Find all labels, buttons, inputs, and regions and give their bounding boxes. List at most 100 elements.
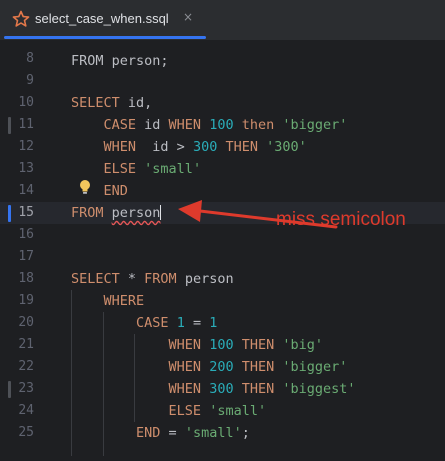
code-token: then [241,117,275,133]
star-file-icon [12,10,30,28]
code-token: 100 [209,337,234,353]
code-token: id, [119,95,153,111]
code-token: END [136,425,161,441]
code-token: 'small' [144,161,202,177]
line-number: 9 [26,73,34,88]
code-token: ELSE [103,161,137,177]
code-token: * [119,271,145,287]
annotation-label: miss semicolon [276,209,406,230]
code-text: END = 'small'; [71,422,250,444]
code-token: 300 [209,381,234,397]
code-text: WHEN 200 THEN 'bigger' [71,356,348,378]
code-line: 13 ELSE 'small' [0,158,445,180]
line-number: 20 [18,315,34,330]
code-token: WHEN [168,381,202,397]
active-tab-indicator [4,36,206,39]
tab-close-icon[interactable]: × [183,10,193,24]
code-line: 22 WHEN 200 THEN 'bigger' [0,356,445,378]
code-token: END [103,183,128,199]
code-token: WHERE [103,293,145,309]
lightbulb-icon[interactable] [78,179,92,195]
code-token: 300 [192,139,218,155]
code-token: '300' [266,139,307,155]
code-line: 21 WHEN 100 THEN 'big' [0,334,445,356]
code-text: SELECT id, [71,92,152,114]
line-number: 23 [18,381,34,396]
code-text: CASE id WHEN 100 then 'bigger' [71,114,348,136]
code-text: WHERE [71,290,145,312]
code-token: = [160,425,185,441]
line-number: 19 [18,293,34,308]
code-token: 200 [209,359,234,375]
tab-select-case-when[interactable]: select_case_when.ssql × [0,0,206,40]
code-token: 'small' [184,425,242,441]
code-line: 23 WHEN 300 THEN 'biggest' [0,378,445,400]
code-token: 1 [176,315,185,331]
code-line: 12 WHEN id > 300 THEN '300' [0,136,445,158]
code-token: WHEN [168,117,202,133]
line-number: 10 [18,95,34,110]
tab-filename: select_case_when.ssql [35,11,169,26]
code-token: 'biggest' [282,381,356,397]
code-line: 10 SELECT id, [0,92,445,114]
editor-tab-bar: select_case_when.ssql × [0,0,445,40]
code-token: 1 [209,315,218,331]
code-token: 'bigger' [282,117,348,133]
code-line: 19 WHERE [0,290,445,312]
code-token: person [176,271,234,287]
code-token: THEN [241,381,275,397]
code-token: FROM [144,271,177,287]
change-marker[interactable] [8,117,11,134]
code-token: CASE [103,117,137,133]
code-text: WHEN id > 300 THEN '300' [71,136,307,158]
code-token: THEN [241,337,275,353]
code-text: SELECT * FROM person [71,268,234,290]
code-token: ELSE [168,403,202,419]
code-token: 'small' [209,403,267,419]
line-number: 25 [18,425,34,440]
code-text: WHEN 100 THEN 'big' [71,334,323,356]
text-caret [160,205,162,220]
line-number: 22 [18,359,34,374]
code-line: 14 END [0,180,445,202]
current-line-marker[interactable] [8,205,11,222]
code-editor[interactable]: FROM person; 8 9 10 SELECT id, 11 CASE id WH… [0,40,445,461]
line-number: 13 [18,161,34,176]
code-text: ELSE 'small' [71,400,267,422]
code-token: 'big' [282,337,324,353]
code-line: 20 CASE 1 = 1 [0,312,445,334]
code-token: THEN [225,139,258,155]
change-marker[interactable] [8,381,11,398]
line-number: 24 [18,403,34,418]
code-text: WHEN 300 THEN 'biggest' [71,378,356,400]
code-token: ; [241,425,250,441]
code-line: 25 END = 'small'; [0,422,445,444]
code-token: 'bigger' [282,359,348,375]
code-line: 17 [0,246,445,268]
code-token: WHEN [168,359,202,375]
code-token: CASE [136,315,169,331]
error-token: person [111,205,161,221]
code-token: WHEN [168,337,202,353]
code-token: FROM [71,205,104,221]
line-number: 18 [18,271,34,286]
code-text: ELSE 'small' [71,158,202,180]
